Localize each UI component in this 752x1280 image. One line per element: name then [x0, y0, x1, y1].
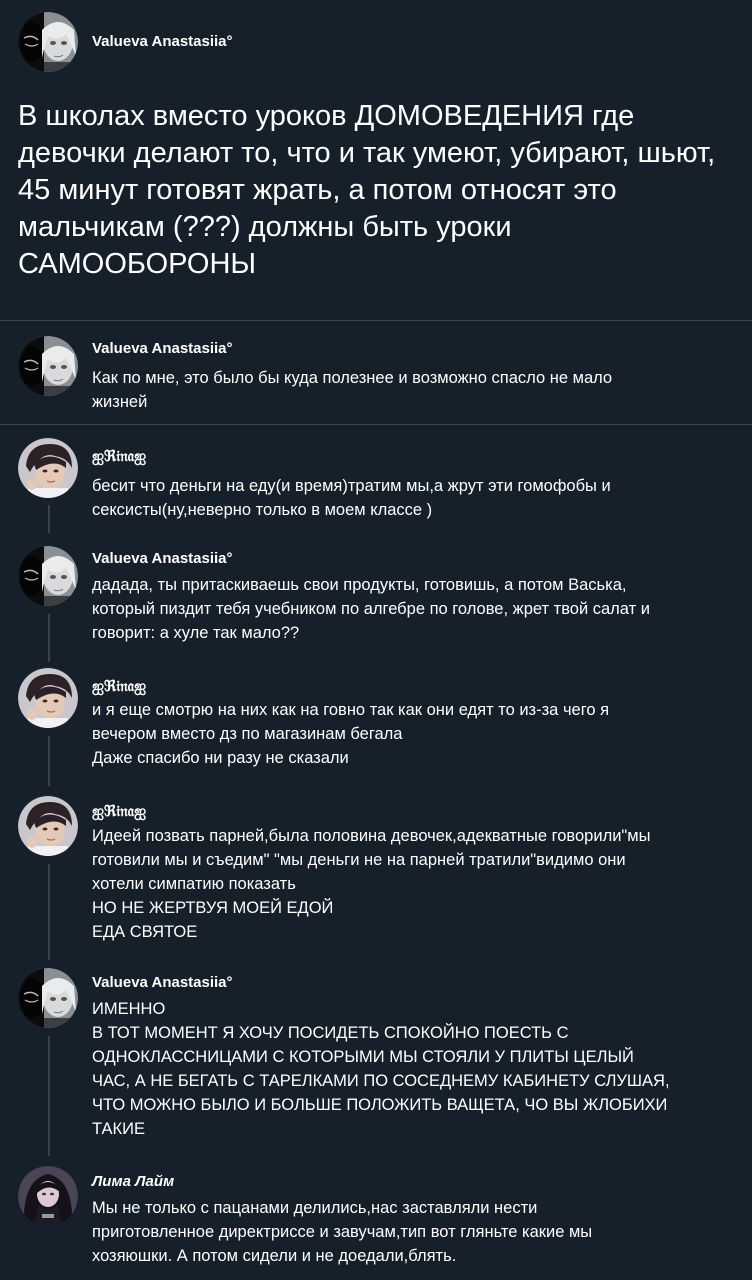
thread-line — [48, 614, 50, 662]
thread-line — [48, 864, 50, 960]
thread-line — [48, 1036, 50, 1156]
thread-line — [48, 505, 50, 533]
reply-avatar[interactable] — [18, 546, 78, 606]
reply-text: и я еще смотрю на них как на говно так к… — [92, 701, 610, 767]
reply-divider — [0, 424, 752, 425]
post-author-name[interactable]: Valueva Anastasiia° — [92, 33, 233, 50]
reply-author-name[interactable]: ஐℜ𝔦𝔫𝔞ஐ — [92, 677, 146, 697]
reply-text: Идеей позвать парней,была половина девоч… — [92, 827, 651, 941]
reply-avatar[interactable] — [18, 336, 78, 396]
reply-author-name[interactable]: Valueva Anastasiia° — [92, 974, 233, 991]
reply-avatar[interactable] — [18, 796, 78, 856]
author-avatar[interactable] — [18, 12, 78, 72]
reply-author-name[interactable]: Valueva Anastasiia° — [92, 550, 233, 567]
reply-author-name[interactable]: Valueva Anastasiia° — [92, 340, 233, 357]
reply-author-name[interactable]: Лима Лайм — [92, 1173, 174, 1190]
reply-text: Как по мне, это было бы куда полезнее и … — [92, 369, 613, 411]
reply-avatar[interactable] — [18, 438, 78, 498]
reply-author-name[interactable]: ஐℜ𝔦𝔫𝔞ஐ — [92, 802, 146, 822]
reply-text: бесит что деньги на еду(и время)тратим м… — [92, 477, 611, 519]
reply-avatar[interactable] — [18, 1166, 78, 1226]
post-divider — [0, 320, 752, 321]
reply-text: ИМЕННО В ТОТ МОМЕНТ Я ХОЧУ ПОСИДЕТЬ СПОК… — [92, 1000, 670, 1138]
reply-avatar[interactable] — [18, 968, 78, 1028]
post-text: В школах вместо уроков ДОМОВЕДЕНИЯ где д… — [18, 100, 716, 280]
thread-line — [48, 736, 50, 786]
reply-text: дадада, ты притаскиваешь свои продукты, … — [92, 576, 650, 642]
reply-author-name[interactable]: ஐℜ𝔦𝔫𝔞ஐ — [92, 447, 146, 467]
reply-avatar[interactable] — [18, 668, 78, 728]
reply-text: Мы не только с пацанами делились,нас зас… — [92, 1199, 593, 1265]
